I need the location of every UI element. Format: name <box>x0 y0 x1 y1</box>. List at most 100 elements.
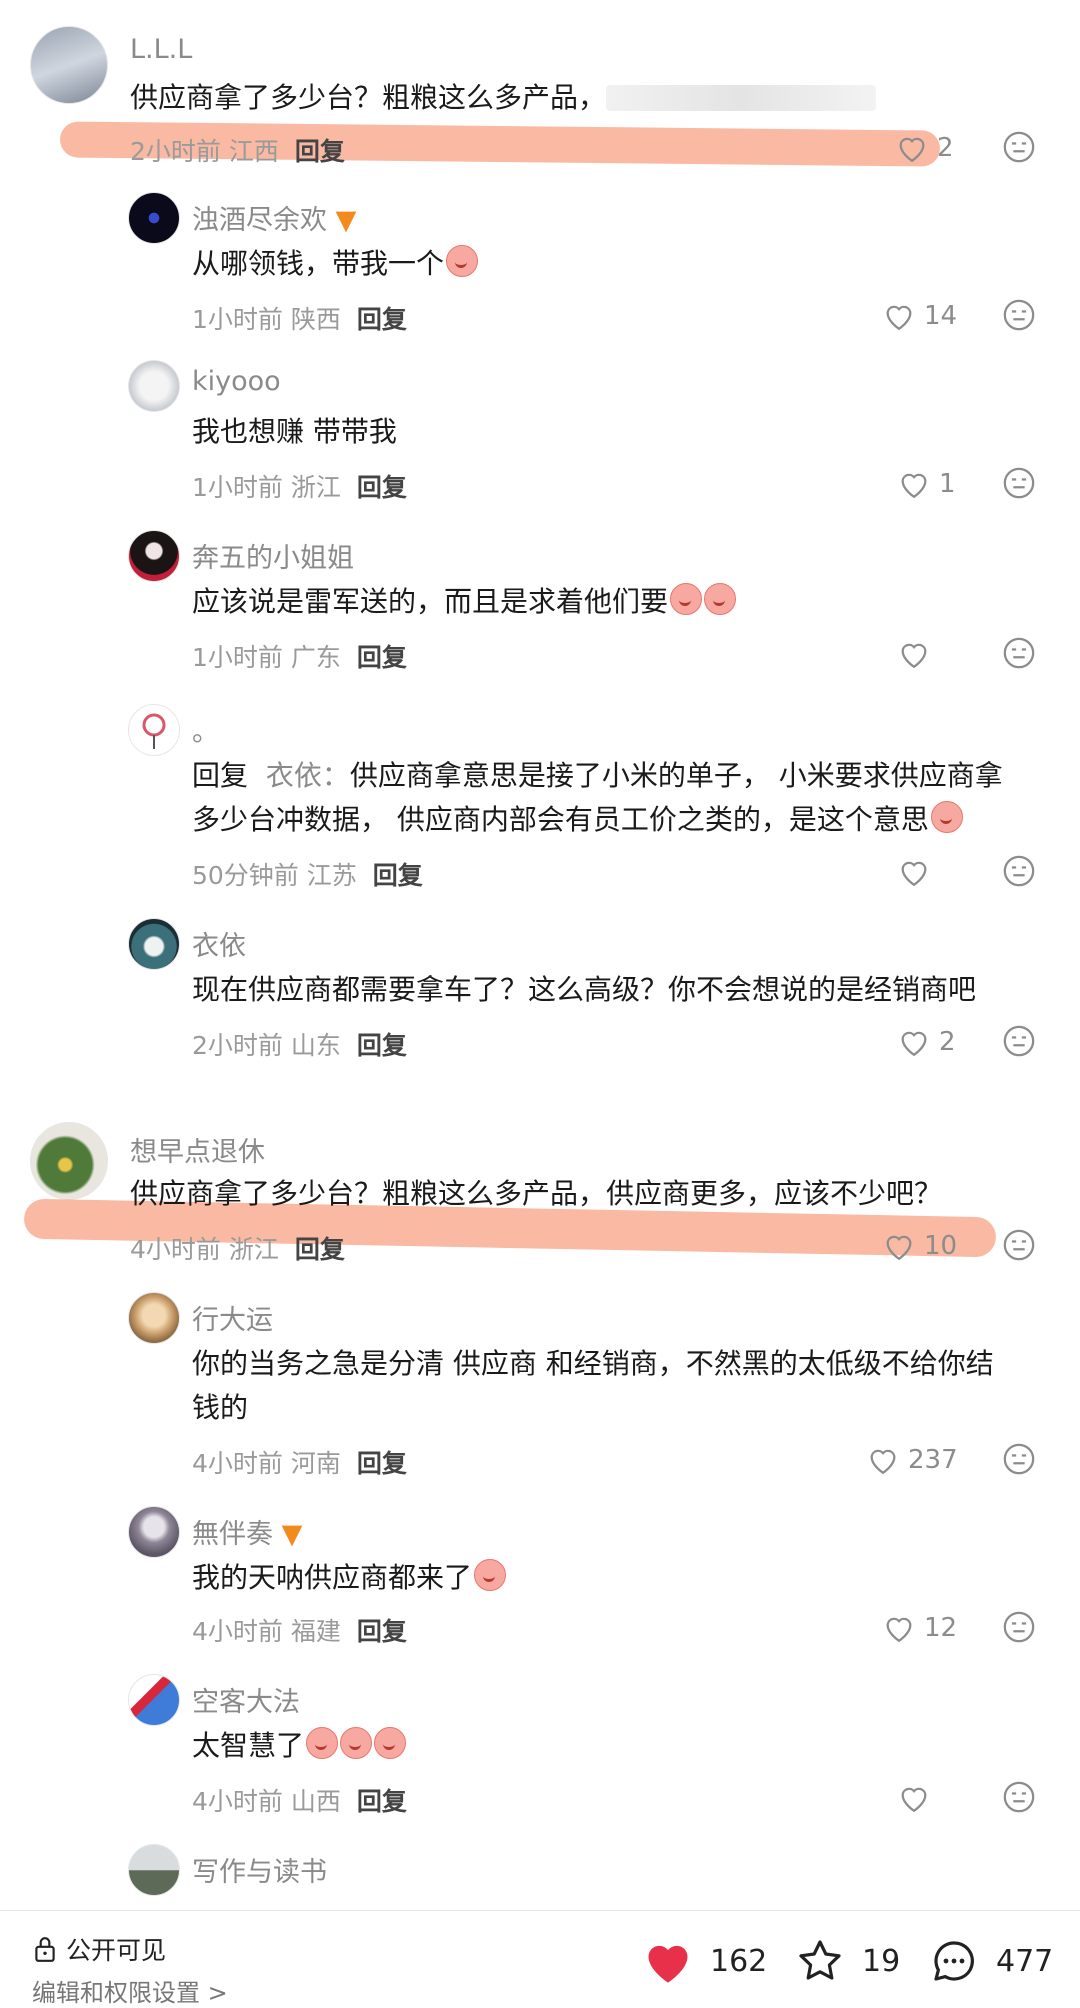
reaction-icon[interactable] <box>1002 1024 1036 1058</box>
peach-emoji-icon <box>704 583 737 615</box>
like-count: 237 <box>908 1445 958 1475</box>
location: 浙江 <box>290 473 341 502</box>
heart-icon <box>901 643 927 669</box>
location: 江苏 <box>306 861 357 890</box>
like-button[interactable]: 10 <box>882 1226 957 1266</box>
avatar[interactable] <box>128 192 180 244</box>
heart-icon <box>886 305 912 331</box>
location: 福建 <box>290 1617 341 1646</box>
reaction-icon[interactable] <box>1002 1442 1036 1476</box>
carrot-icon: ▼ <box>335 205 357 236</box>
reply-button[interactable]: 回复 <box>295 1235 345 1264</box>
reply-target[interactable]: 衣依： <box>266 759 350 792</box>
like-stat-button[interactable]: 162 <box>642 1937 767 1985</box>
username[interactable]: 行大运 <box>192 1298 273 1337</box>
timestamp: 2小时前 <box>192 1031 283 1060</box>
username[interactable]: 奔五的小姐姐 <box>192 536 354 575</box>
like-button[interactable] <box>897 634 939 674</box>
like-button[interactable]: 12 <box>882 1608 957 1648</box>
lock-icon <box>35 1937 55 1962</box>
location: 河南 <box>290 1449 341 1478</box>
timestamp: 4小时前 <box>130 1235 221 1264</box>
visibility-status[interactable]: 公开可见 <box>32 1931 166 1967</box>
username[interactable]: 衣依 <box>192 924 246 963</box>
avatar[interactable] <box>30 1122 108 1200</box>
comment-text: 回复 衣依：供应商拿意思是接了小米的单子， 小米要求供应商拿 <box>192 759 1003 792</box>
like-button[interactable]: 1 <box>897 464 956 504</box>
like-button[interactable] <box>897 852 939 892</box>
timestamp: 4小时前 <box>192 1787 283 1816</box>
avatar[interactable] <box>128 360 180 412</box>
peach-emoji-icon <box>306 1727 339 1759</box>
reply-button[interactable]: 回复 <box>357 473 407 502</box>
comment-text: 我的天呐供应商都来了 <box>192 1556 507 1600</box>
like-button[interactable]: 237 <box>866 1440 958 1480</box>
comment-meta: 50分钟前 江苏 回复 <box>192 856 423 892</box>
reaction-icon[interactable] <box>1002 636 1036 670</box>
comment-meta: 2小时前 山东 回复 <box>192 1026 407 1062</box>
peach-emoji-icon <box>474 1559 507 1591</box>
reply-button[interactable]: 回复 <box>357 1617 407 1646</box>
heart-icon <box>901 861 927 887</box>
comment-bubble-icon <box>934 1941 974 1981</box>
heart-icon <box>886 1235 912 1261</box>
username[interactable]: 浊酒尽余欢 ▼ <box>192 198 356 237</box>
favorite-total: 19 <box>862 1943 901 1979</box>
like-button[interactable]: 14 <box>882 296 957 336</box>
location: 浙江 <box>228 1235 279 1264</box>
comment-text-line2: 钱的 <box>192 1391 249 1424</box>
comment-total: 477 <box>996 1943 1054 1979</box>
edit-permissions-link[interactable]: 编辑和权限设置 > <box>32 1973 228 2008</box>
timestamp: 4小时前 <box>192 1449 283 1478</box>
reply-button[interactable]: 回复 <box>357 1449 407 1478</box>
timestamp: 1小时前 <box>192 643 283 672</box>
comment-text-line2: 多少台冲数据， 供应商内部会有员工价之类的，是这个意思 <box>192 798 963 842</box>
avatar[interactable] <box>128 1674 180 1726</box>
reaction-icon[interactable] <box>1002 298 1036 332</box>
heart-filled-icon <box>648 1945 688 1983</box>
peach-emoji-icon <box>670 583 703 615</box>
visibility-label: 公开可见 <box>66 1936 167 1965</box>
like-count: 12 <box>924 1613 958 1643</box>
avatar[interactable] <box>128 1506 180 1558</box>
carrot-icon: ▼ <box>281 1519 303 1550</box>
like-button[interactable]: 2 <box>897 1022 956 1062</box>
reaction-icon[interactable] <box>1002 1610 1036 1644</box>
peach-emoji-icon <box>374 1727 407 1759</box>
avatar[interactable] <box>128 918 180 970</box>
reply-button[interactable]: 回复 <box>357 643 407 672</box>
avatar[interactable] <box>128 530 180 582</box>
reaction-icon[interactable] <box>1002 1780 1036 1814</box>
like-button[interactable] <box>897 1778 939 1818</box>
username[interactable]: kiyooo <box>192 366 281 397</box>
heart-icon <box>901 1787 927 1813</box>
like-total: 162 <box>710 1943 768 1979</box>
reply-button[interactable]: 回复 <box>373 861 423 890</box>
reply-button[interactable]: 回复 <box>357 1031 407 1060</box>
comment-meta: 4小时前 浙江 回复 <box>130 1230 345 1266</box>
heart-icon <box>901 473 927 499</box>
reply-button[interactable]: 回复 <box>357 1787 407 1816</box>
timestamp: 1小时前 <box>192 473 283 502</box>
avatar[interactable] <box>128 1844 180 1896</box>
reaction-icon[interactable] <box>1002 854 1036 888</box>
comment-meta: 1小时前 浙江 回复 <box>192 468 407 504</box>
avatar[interactable] <box>128 704 180 756</box>
favorite-stat-button[interactable]: 19 <box>794 1937 900 1985</box>
username[interactable]: 写作与读书 <box>192 1850 327 1889</box>
username[interactable]: 。 <box>192 710 219 749</box>
username[interactable]: 無伴奏 ▼ <box>192 1512 302 1551</box>
reaction-icon[interactable] <box>1002 466 1036 500</box>
like-button[interactable]: 2 <box>895 128 954 168</box>
reaction-icon[interactable] <box>1002 130 1036 164</box>
comment-stat-button[interactable]: 477 <box>928 1937 1053 1985</box>
like-count: 2 <box>937 133 954 163</box>
username[interactable]: 空客大法 <box>192 1680 300 1719</box>
avatar[interactable] <box>30 26 108 104</box>
reaction-icon[interactable] <box>1002 1228 1036 1262</box>
reply-button[interactable]: 回复 <box>357 305 407 334</box>
username[interactable]: 想早点退休 <box>130 1130 265 1169</box>
avatar[interactable] <box>128 1292 180 1344</box>
username[interactable]: L.L.L <box>130 34 192 65</box>
reply-button[interactable]: 回复 <box>295 137 345 166</box>
